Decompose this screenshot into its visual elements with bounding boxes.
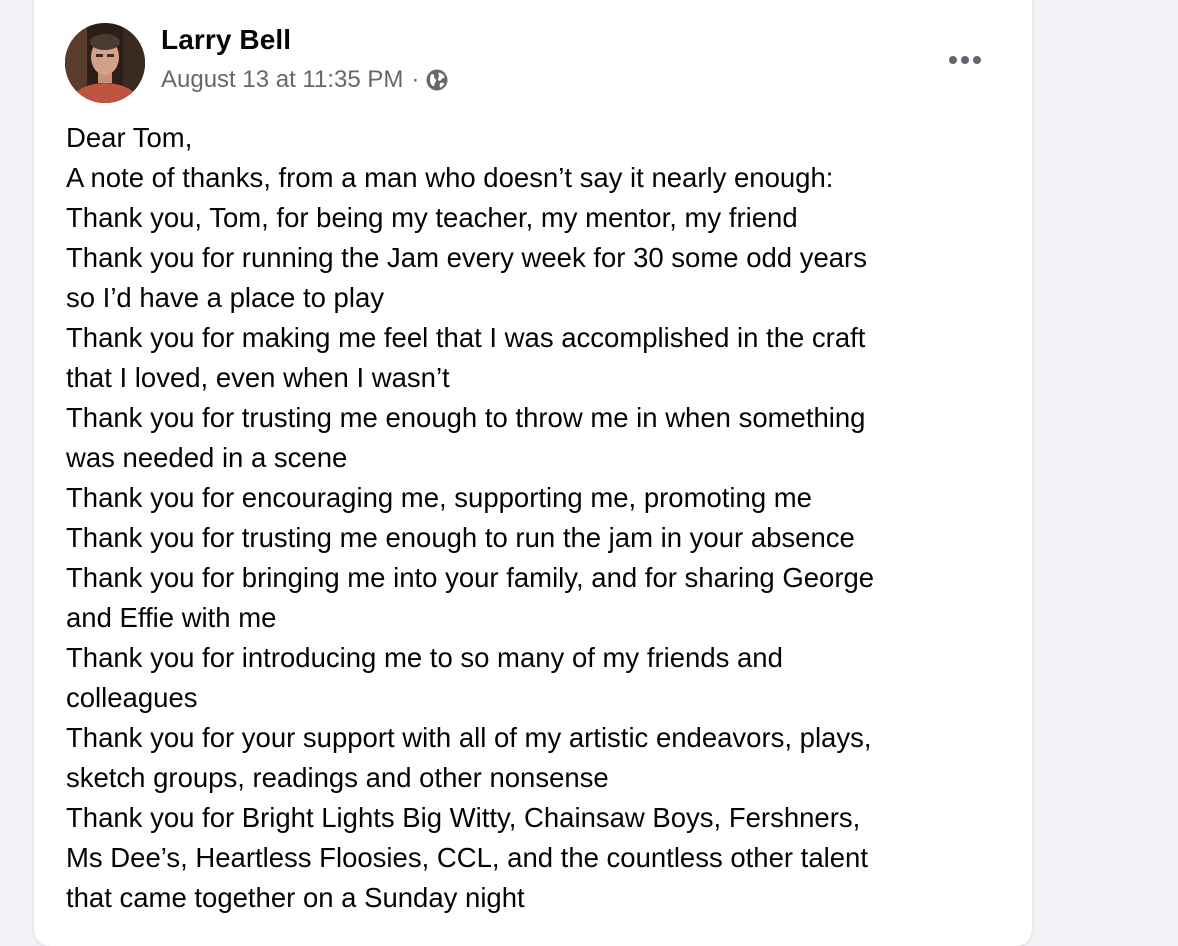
post-text: Dear Tom, A note of thanks, from a man w… bbox=[66, 118, 996, 918]
globe-icon[interactable] bbox=[425, 68, 449, 92]
post-line: A note of thanks, from a man who doesn’t… bbox=[66, 162, 834, 193]
post-line: Thank you, Tom, for being my teacher, my… bbox=[66, 202, 798, 233]
author-avatar[interactable] bbox=[65, 23, 145, 103]
post-line: that I loved, even when I wasn’t bbox=[66, 362, 450, 393]
post-line: sketch groups, readings and other nonsen… bbox=[66, 762, 609, 793]
post-line: colleagues bbox=[66, 682, 198, 713]
more-options-icon[interactable] bbox=[942, 48, 988, 72]
post-line: was needed in a scene bbox=[66, 442, 348, 473]
post-line: Thank you for running the Jam every week… bbox=[66, 242, 867, 273]
avatar-photo bbox=[65, 23, 145, 103]
post-line: that came together on a Sunday night bbox=[66, 882, 525, 913]
post-timestamp[interactable]: August 13 at 11:35 PM bbox=[161, 66, 403, 94]
post-meta: August 13 at 11:35 PM · bbox=[161, 66, 449, 94]
post-line: and Effie with me bbox=[66, 602, 277, 633]
post-line: Dear Tom, bbox=[66, 122, 193, 153]
post-line: Thank you for trusting me enough to run … bbox=[66, 522, 855, 553]
post-line: Thank you for encouraging me, supporting… bbox=[66, 482, 812, 513]
post-line: Thank you for bringing me into your fami… bbox=[66, 562, 875, 593]
meta-separator: · bbox=[411, 66, 420, 93]
post-line: so I’d have a place to play bbox=[66, 282, 384, 313]
post-line: Thank you for introducing me to so many … bbox=[66, 642, 783, 673]
post-line: Thank you for making me feel that I was … bbox=[66, 322, 866, 353]
post-line: Ms Dee’s, Heartless Floosies, CCL, and t… bbox=[66, 842, 868, 873]
post-line: Thank you for your support with all of m… bbox=[66, 722, 872, 753]
author-name[interactable]: Larry Bell bbox=[161, 24, 291, 56]
post-line: Thank you for Bright Lights Big Witty, C… bbox=[66, 802, 861, 833]
post-card: Larry Bell August 13 at 11:35 PM · Dear … bbox=[34, 0, 1032, 946]
post-line: Thank you for trusting me enough to thro… bbox=[66, 402, 866, 433]
